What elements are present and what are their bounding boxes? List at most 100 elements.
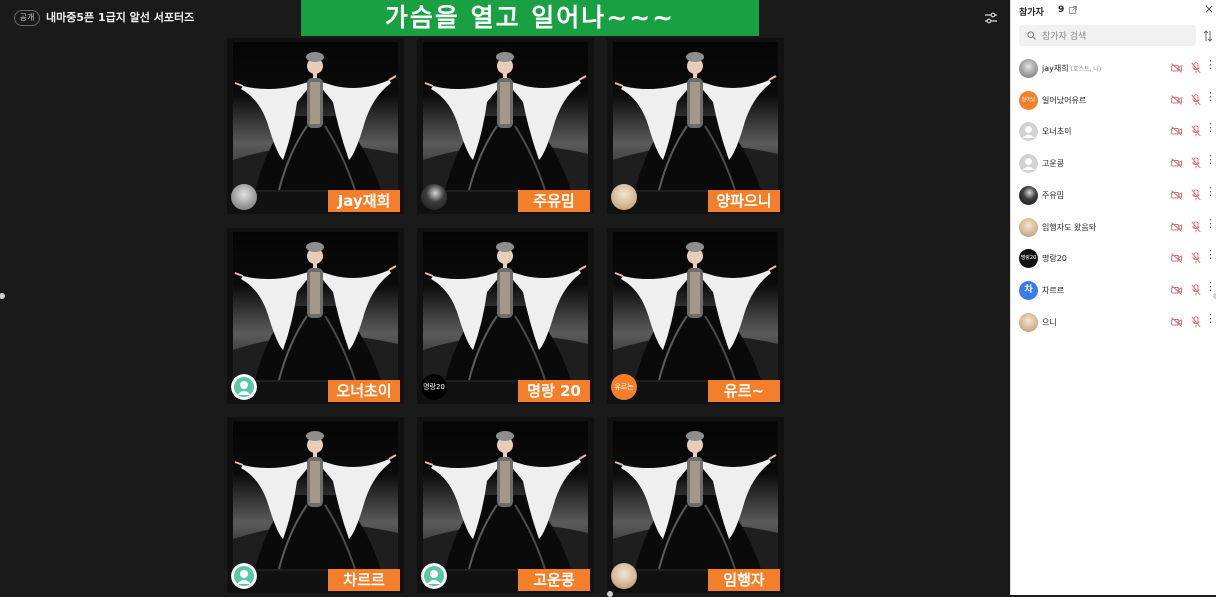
participant-avatar [1019, 154, 1038, 174]
resize-handle[interactable] [0, 293, 5, 299]
participant-avatar: 명랑20 [1019, 249, 1038, 269]
video-feed [423, 42, 588, 192]
camera-off-icon[interactable] [1171, 221, 1182, 232]
participant-name: 임행자도 왔음돠 [1042, 222, 1096, 233]
participant-row[interactable]: 임행자도 왔음돠 ⋮ [1011, 215, 1216, 245]
participant-avatar [1019, 185, 1038, 205]
panel-title: 참가자 [1019, 8, 1044, 18]
more-options-icon[interactable]: ⋮ [1205, 122, 1216, 134]
tile-name-badge: 명랑 20 [518, 380, 590, 402]
participant-row[interactable]: jay재희 (호스트, 나) ⋮ [1011, 56, 1216, 86]
participant-search[interactable] [1019, 25, 1196, 46]
performer-photo [233, 52, 398, 192]
search-icon [1027, 31, 1036, 40]
more-options-icon[interactable]: ⋮ [1205, 154, 1216, 166]
video-tile[interactable]: 고운콩 [417, 417, 594, 593]
mic-off-icon[interactable] [1191, 189, 1201, 201]
video-feed [423, 232, 588, 382]
camera-off-icon[interactable] [1171, 94, 1182, 105]
camera-off-icon[interactable] [1171, 63, 1182, 73]
video-feed [613, 232, 778, 382]
participant-name-text: jay재희 [1042, 64, 1069, 73]
resize-handle[interactable] [607, 591, 613, 597]
participant-row[interactable]: 차 차르르 ⋮ [1011, 278, 1216, 308]
mic-off-icon[interactable] [1191, 157, 1201, 169]
participant-name: 고운콩 [1042, 158, 1064, 169]
performer-photo [613, 242, 778, 382]
camera-off-icon[interactable] [1171, 316, 1182, 327]
camera-off-icon[interactable] [1171, 158, 1182, 168]
performer-photo [233, 242, 398, 382]
performer-photo [613, 431, 778, 571]
video-tile[interactable]: 주유밈 [417, 38, 594, 214]
camera-off-icon[interactable] [1171, 189, 1182, 200]
participant-avatar [1019, 217, 1038, 237]
camera-off-icon[interactable] [1171, 253, 1182, 264]
video-feed [233, 42, 398, 192]
close-icon[interactable]: × [1204, 3, 1214, 15]
tile-name-badge: 양파으니 [708, 190, 780, 212]
participant-row[interactable]: 오너초이 ⋮ [1011, 119, 1216, 149]
participant-avatar [1019, 312, 1038, 332]
participant-name-text: 일어났어유르 [1042, 95, 1087, 105]
more-options-icon[interactable]: ⋮ [1205, 249, 1216, 261]
more-options-icon[interactable]: ⋮ [1205, 312, 1216, 325]
video-tile[interactable]: 차르르 [227, 417, 404, 593]
more-options-icon[interactable]: ⋮ [1205, 217, 1216, 230]
video-tile[interactable]: 양파으니 [607, 38, 784, 214]
tile-avatar: 명랑20 [421, 374, 447, 400]
tile-avatar: 유르는 [611, 374, 637, 400]
sort-icon[interactable] [1203, 30, 1213, 42]
settings-sliders-icon[interactable] [984, 11, 998, 25]
participant-name: 차르르 [1042, 285, 1064, 296]
participant-row[interactable]: 주유밈 ⋮ [1011, 183, 1216, 213]
video-tile[interactable]: 유르는 유르~ [607, 228, 784, 404]
tile-name-badge: 차르르 [328, 569, 400, 591]
tile-name-badge: 임행자 [708, 569, 780, 591]
tile-name-badge: 유르~ [708, 380, 780, 402]
more-options-icon[interactable]: ⋮ [1205, 280, 1216, 293]
participant-row[interactable]: 명랑20 명랑20 ⋮ [1011, 246, 1216, 276]
tile-avatar [231, 374, 257, 400]
participant-row[interactable]: 으니 ⋮ [1011, 310, 1216, 340]
camera-off-icon[interactable] [1171, 285, 1182, 295]
participant-row[interactable]: 고운콩 ⋮ [1011, 151, 1216, 181]
tile-avatar [611, 184, 637, 210]
participant-avatar: 차 [1019, 280, 1038, 300]
video-feed [233, 421, 398, 571]
participant-name-text: 으니 [1042, 317, 1057, 327]
video-tile[interactable]: 임행자 [607, 417, 784, 593]
room-title: 내마중5픈 1급지 알선 서포터즈 [46, 11, 195, 24]
more-options-icon[interactable]: ⋮ [1205, 90, 1216, 103]
mic-off-icon[interactable] [1191, 220, 1201, 233]
participant-name-text: 차르르 [1042, 285, 1065, 295]
tile-name-badge: Jay재희 [328, 190, 400, 212]
tile-name-badge: 주유밈 [518, 190, 590, 212]
video-tile[interactable]: Jay재희 [227, 38, 404, 214]
mic-off-icon[interactable] [1191, 62, 1201, 74]
mic-off-icon[interactable] [1191, 252, 1201, 264]
performer-photo [423, 242, 588, 382]
performer-photo [423, 431, 588, 571]
search-input[interactable] [1040, 27, 1194, 46]
camera-off-icon[interactable] [1171, 126, 1182, 137]
video-tile[interactable]: 오너초이 [227, 228, 404, 404]
mic-off-icon[interactable] [1191, 125, 1201, 137]
video-feed [233, 232, 398, 382]
tile-avatar [611, 563, 637, 589]
video-feed [613, 42, 778, 192]
participant-name-text: 오너초이 [1042, 127, 1072, 137]
mic-off-icon[interactable] [1191, 284, 1201, 296]
more-options-icon[interactable]: ⋮ [1205, 59, 1216, 71]
popout-icon[interactable] [1069, 6, 1077, 14]
more-options-icon[interactable]: ⋮ [1205, 185, 1216, 198]
visibility-badge[interactable]: 공개 [14, 10, 40, 26]
mic-off-icon[interactable] [1191, 315, 1201, 328]
mic-off-icon[interactable] [1191, 94, 1201, 106]
participant-name: 명랑20 [1042, 253, 1067, 264]
participant-row[interactable]: 일어났 일어났어유르 ⋮ [1011, 88, 1216, 118]
participant-avatar [1019, 59, 1038, 78]
video-tile[interactable]: 명랑20 명랑 20 [417, 228, 594, 404]
meeting-header: 공개 내마중5픈 1급지 알선 서포터즈 가슴을 열고 일어나~~~ [0, 0, 1010, 36]
participant-name-text: 주유밈 [1042, 190, 1065, 200]
